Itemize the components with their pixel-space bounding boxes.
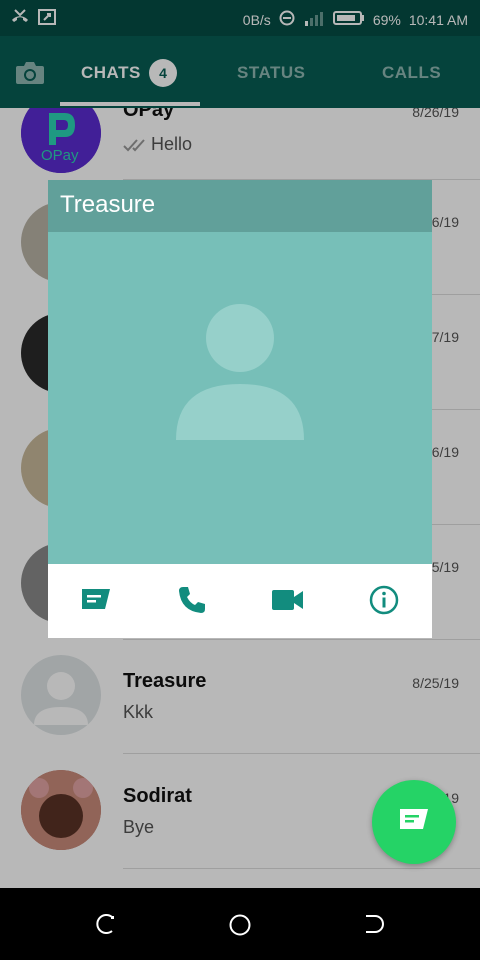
phone-icon [177, 585, 207, 620]
new-chat-icon [397, 807, 431, 838]
recents-button[interactable] [95, 913, 117, 940]
back-button[interactable] [362, 913, 384, 940]
system-nav-bar [0, 888, 480, 960]
new-chat-button[interactable] [372, 780, 456, 864]
message-icon [79, 587, 113, 618]
info-icon [369, 585, 399, 620]
dialog-title-bar: Treasure [48, 180, 432, 232]
video-camera-icon [271, 588, 305, 617]
dialog-actions [48, 566, 432, 638]
info-button[interactable] [336, 566, 432, 638]
profile-photo[interactable] [48, 180, 432, 564]
home-button[interactable] [228, 913, 252, 942]
voice-call-button[interactable] [144, 566, 240, 638]
video-call-button[interactable] [240, 566, 336, 638]
profile-dialog: Treasure [48, 180, 432, 638]
dialog-title: Treasure [60, 191, 156, 218]
message-button[interactable] [48, 566, 144, 638]
